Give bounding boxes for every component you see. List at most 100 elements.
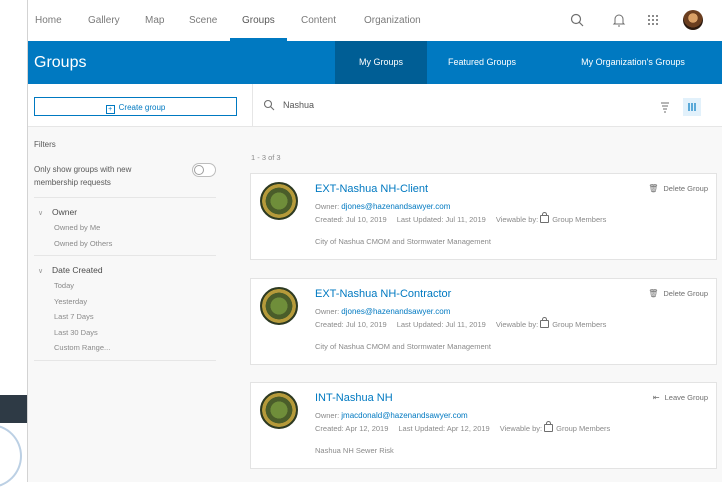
tab-featured-groups[interactable]: Featured Groups bbox=[427, 41, 537, 84]
group-card: EXT-Nashua NH-Contractor Owner: djones@h… bbox=[250, 278, 717, 365]
divider bbox=[34, 359, 216, 361]
tab-my-groups[interactable]: My Groups bbox=[335, 41, 427, 84]
group-dates: Created: Jul 10, 2019 Last Updated: Jul 1… bbox=[315, 212, 607, 224]
groups-toolbar: + Create group Nashua bbox=[28, 84, 722, 127]
nav-groups[interactable]: Groups bbox=[230, 0, 287, 41]
viewable-value: Group Members bbox=[556, 424, 611, 433]
group-description: City of Nashua CMOM and Stormwater Manag… bbox=[315, 342, 491, 351]
created-date: Created: Apr 12, 2019 bbox=[315, 424, 389, 433]
trash-icon: 🗑 bbox=[648, 289, 659, 298]
toolbar-divider bbox=[252, 84, 253, 126]
nav-gallery[interactable]: Gallery bbox=[88, 0, 120, 41]
chevron-down-icon: ∨ bbox=[38, 268, 44, 275]
desktop-taskbar-fragment bbox=[0, 395, 27, 423]
group-thumbnail[interactable] bbox=[260, 391, 298, 429]
results-count: 1 - 3 of 3 bbox=[251, 153, 281, 162]
delete-group-button[interactable]: 🗑 Delete Group bbox=[648, 289, 708, 298]
group-description: City of Nashua CMOM and Stormwater Manag… bbox=[315, 237, 491, 246]
membership-requests-toggle[interactable] bbox=[192, 163, 216, 177]
nav-scene[interactable]: Scene bbox=[189, 0, 217, 41]
date-option-last-30-days[interactable]: Last 30 Days bbox=[54, 325, 224, 341]
viewable-value: Group Members bbox=[552, 320, 607, 329]
notifications-bell-icon[interactable] bbox=[611, 12, 627, 28]
group-thumbnail[interactable] bbox=[260, 182, 298, 220]
filters-heading: Filters bbox=[34, 140, 56, 149]
divider bbox=[34, 197, 216, 198]
plus-icon: + bbox=[105, 105, 115, 114]
date-option-custom-range[interactable]: Custom Range... bbox=[54, 340, 224, 356]
lock-icon bbox=[544, 421, 554, 432]
owner-link[interactable]: djones@hazenandsawyer.com bbox=[341, 307, 450, 316]
leave-group-label: Leave Group bbox=[664, 393, 708, 402]
owner-filter: ∨ Owner Owned by Me Owned by Others bbox=[34, 204, 224, 251]
owner-label: Owner: bbox=[315, 411, 340, 420]
create-group-label: Create group bbox=[118, 103, 166, 112]
group-owner: Owner: jmacdonald@hazenandsawyer.com bbox=[315, 411, 468, 420]
group-owner: Owner: djones@hazenandsawyer.com bbox=[315, 307, 450, 316]
search-field[interactable]: Nashua bbox=[263, 84, 314, 126]
group-name-link[interactable]: EXT-Nashua NH-Contractor bbox=[315, 288, 451, 300]
app-launcher-icon[interactable] bbox=[645, 12, 661, 28]
updated-date: Last Updated: Jul 11, 2019 bbox=[396, 215, 486, 224]
membership-requests-filter: Only show groups with new membership req… bbox=[34, 163, 224, 193]
owner-label: Owner: bbox=[315, 307, 340, 316]
desktop-background bbox=[0, 0, 27, 488]
created-date: Created: Jul 10, 2019 bbox=[315, 215, 387, 224]
date-created-filter-label: Date Created bbox=[52, 265, 103, 275]
trash-icon: 🗑 bbox=[648, 184, 659, 193]
group-dates: Created: Jul 10, 2019 Last Updated: Jul 1… bbox=[315, 317, 607, 329]
user-avatar[interactable] bbox=[683, 10, 703, 30]
sort-icon[interactable] bbox=[656, 98, 674, 116]
tab-my-organizations-groups[interactable]: My Organization's Groups bbox=[543, 41, 722, 84]
delete-group-button[interactable]: 🗑 Delete Group bbox=[648, 184, 708, 193]
owner-filter-label: Owner bbox=[52, 207, 78, 217]
group-name-link[interactable]: INT-Nashua NH bbox=[315, 392, 393, 404]
delete-group-label: Delete Group bbox=[663, 289, 708, 298]
top-navigation: Home Gallery Map Scene Groups Content Or… bbox=[28, 0, 722, 42]
group-thumbnail[interactable] bbox=[260, 287, 298, 325]
viewable-label: Viewable by: bbox=[495, 320, 539, 329]
search-icon[interactable] bbox=[569, 12, 585, 28]
delete-group-label: Delete Group bbox=[663, 184, 708, 193]
desktop-seal-fragment bbox=[0, 424, 22, 488]
chevron-down-icon: ∨ bbox=[38, 210, 44, 217]
date-option-today[interactable]: Today bbox=[54, 278, 224, 294]
owner-filter-header[interactable]: ∨ Owner bbox=[34, 204, 224, 220]
date-created-filter: ∨ Date Created Today Yesterday Last 7 Day… bbox=[34, 262, 224, 356]
leave-icon: ⇤ bbox=[652, 393, 660, 402]
date-created-filter-header[interactable]: ∨ Date Created bbox=[34, 262, 224, 278]
leave-group-button[interactable]: ⇤ Leave Group bbox=[653, 393, 708, 402]
group-owner: Owner: djones@hazenandsawyer.com bbox=[315, 202, 450, 211]
groups-header: Groups My Groups Featured Groups My Orga… bbox=[28, 41, 722, 84]
owner-label: Owner: bbox=[315, 202, 340, 211]
page-title: Groups bbox=[34, 54, 87, 71]
viewable-label: Viewable by: bbox=[499, 424, 543, 433]
list-view-icon[interactable] bbox=[683, 98, 701, 116]
group-card: EXT-Nashua NH-Client Owner: djones@hazen… bbox=[250, 173, 717, 260]
nav-home[interactable]: Home bbox=[35, 0, 62, 41]
viewable-value: Group Members bbox=[552, 215, 607, 224]
updated-date: Last Updated: Apr 12, 2019 bbox=[398, 424, 490, 433]
filters-sidebar: Filters Only show groups with new member… bbox=[34, 140, 224, 365]
date-option-yesterday[interactable]: Yesterday bbox=[54, 294, 224, 310]
nav-content[interactable]: Content bbox=[301, 0, 336, 41]
lock-icon bbox=[540, 212, 550, 223]
nav-organization[interactable]: Organization bbox=[364, 0, 421, 41]
divider bbox=[34, 255, 216, 256]
nav-map[interactable]: Map bbox=[145, 0, 164, 41]
create-group-button[interactable]: + Create group bbox=[34, 97, 237, 116]
group-name-link[interactable]: EXT-Nashua NH-Client bbox=[315, 183, 428, 195]
owner-option-me[interactable]: Owned by Me bbox=[54, 220, 224, 236]
membership-requests-label: Only show groups with new membership req… bbox=[34, 165, 132, 187]
search-input-value[interactable]: Nashua bbox=[283, 100, 314, 110]
lock-icon bbox=[540, 317, 550, 328]
arcgis-groups-page: Home Gallery Map Scene Groups Content Or… bbox=[27, 0, 722, 482]
owner-link[interactable]: djones@hazenandsawyer.com bbox=[341, 202, 450, 211]
group-card: INT-Nashua NH Owner: jmacdonald@hazenand… bbox=[250, 382, 717, 469]
updated-date: Last Updated: Jul 11, 2019 bbox=[396, 320, 486, 329]
owner-option-others[interactable]: Owned by Others bbox=[54, 236, 224, 252]
created-date: Created: Jul 10, 2019 bbox=[315, 320, 387, 329]
owner-link[interactable]: jmacdonald@hazenandsawyer.com bbox=[341, 411, 467, 420]
group-dates: Created: Apr 12, 2019 Last Updated: Apr 1… bbox=[315, 421, 611, 433]
date-option-last-7-days[interactable]: Last 7 Days bbox=[54, 309, 224, 325]
